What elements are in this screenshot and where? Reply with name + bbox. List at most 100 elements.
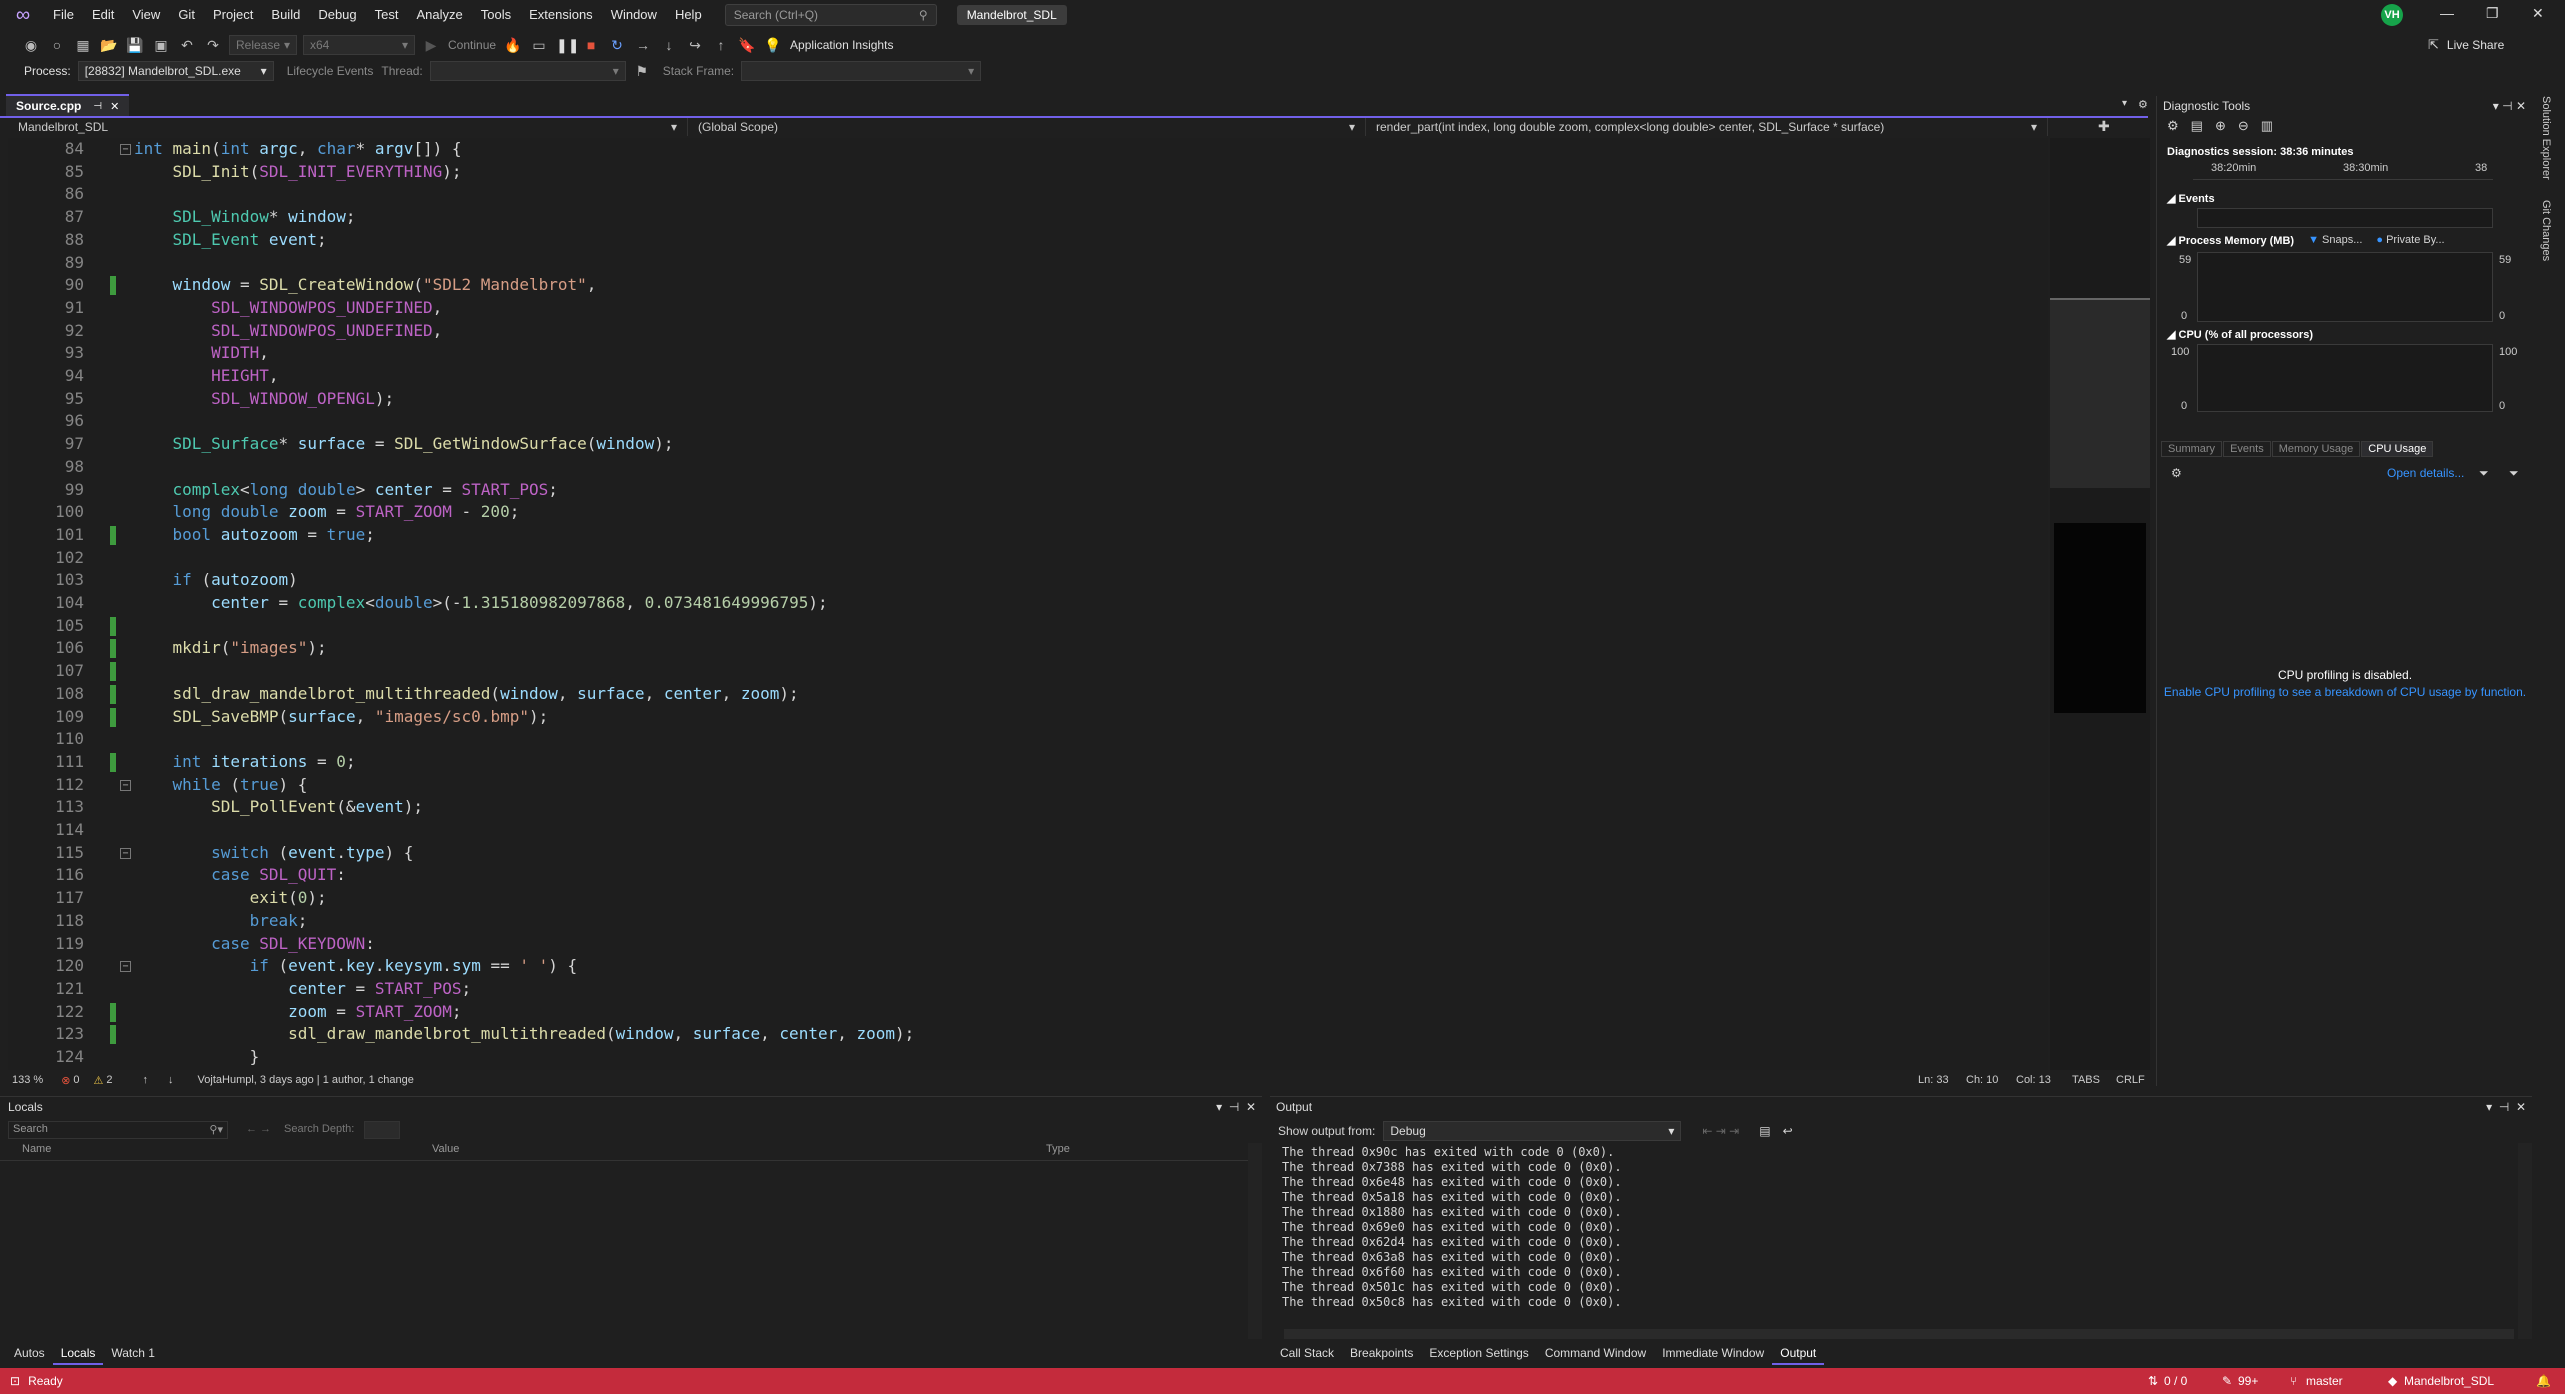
pencil-icon[interactable]: ✎ [2222,1374,2232,1388]
events-section-header[interactable]: ◢ Events [2167,192,2215,205]
error-icon[interactable]: ⊗ [61,1074,70,1087]
save-icon[interactable]: 💾 [126,36,144,54]
timeline-ruler[interactable]: 38:20min 38:30min 38 [2193,162,2493,180]
menu-tools[interactable]: Tools [472,0,520,30]
restart-icon[interactable]: ↻ [608,36,626,54]
indent-mode[interactable]: TABS [2072,1074,2100,1086]
close-panel-icon[interactable]: ✕ [2516,1100,2526,1114]
tab-list-dropdown-icon[interactable]: ▾ [2122,98,2127,109]
line-number[interactable]: 117 [8,887,84,910]
avatar[interactable]: VH [2381,4,2403,26]
code-line[interactable]: 118 break; [8,910,2048,933]
enable-cpu-profiling-link[interactable]: Enable CPU profiling to see a breakdown … [2157,685,2533,699]
git-blame-info[interactable]: VojtaHumpl, 3 days ago | 1 author, 1 cha… [198,1074,414,1086]
tab-command-window[interactable]: Command Window [1537,1343,1654,1365]
code-line[interactable]: 114 [8,819,2048,842]
cpu-section-header[interactable]: ◢ CPU (% of all processors) [2167,328,2313,341]
line-number[interactable]: 99 [8,479,84,502]
menu-analyze[interactable]: Analyze [407,0,471,30]
tab-watch-1[interactable]: Watch 1 [103,1343,163,1365]
thread-dropdown[interactable]: ▾ [429,61,626,81]
code-line[interactable]: 91 SDL_WINDOWPOS_UNDEFINED, [8,297,2048,320]
fold-toggle-icon[interactable]: − [120,779,131,791]
open-file-icon[interactable]: 📂 [100,36,118,54]
insights-icon[interactable]: 💡 [764,36,782,54]
tab-summary[interactable]: Summary [2161,441,2223,457]
flag-thread-icon[interactable]: ⚑ [633,62,651,80]
tab-cpu-usage[interactable]: CPU Usage [2361,441,2434,457]
continue-icon[interactable]: ▶ [422,36,440,54]
break-all-icon[interactable]: ❚❚ [556,36,579,54]
navigate-forward-icon[interactable]: ○ [48,36,66,54]
tab-output[interactable]: Output [1772,1343,1825,1365]
close-tab-icon[interactable]: ✕ [110,100,119,113]
search-depth-dropdown[interactable] [364,1121,400,1139]
code-line[interactable]: 119 case SDL_KEYDOWN: [8,933,2048,956]
minimize-icon[interactable]: — [2440,5,2454,21]
find-message-icon[interactable]: ⇤ ⇥ ⇥ [1702,1124,1739,1138]
step-out-icon[interactable]: ↑ [712,36,730,54]
application-insights-button[interactable]: Application Insights [790,38,893,52]
code-line[interactable]: 97 SDL_Surface* surface = SDL_GetWindowS… [8,433,2048,456]
split-editor-icon[interactable]: ✚ [2098,118,2110,136]
stop-debugging-icon[interactable]: ■ [582,36,600,54]
zoom-in-icon[interactable]: ⊕ [2215,118,2226,134]
filter-icon[interactable]: ⏷ [2479,466,2489,481]
line-number[interactable]: 90 [8,274,84,297]
code-line[interactable]: 123 sdl_draw_mandelbrot_multithreaded(wi… [8,1023,2048,1046]
code-line[interactable]: 101 bool autozoom = true; [8,524,2048,547]
pin-icon[interactable]: ⊣ [93,101,102,112]
line-number[interactable]: 120 [8,955,84,978]
line-number[interactable]: 114 [8,819,84,842]
menu-project[interactable]: Project [204,0,262,30]
locals-search-input[interactable]: Search ⚲▾ [8,1121,228,1139]
line-number[interactable]: 107 [8,660,84,683]
output-text[interactable]: The thread 0x90c has exited with code 0 … [1282,1145,2512,1310]
open-details-link[interactable]: Open details... [2387,466,2464,480]
step-into-icon[interactable]: ↓ [660,36,678,54]
code-line[interactable]: 84− int main(int argc, char* argv[]) { [8,138,2048,161]
menu-test[interactable]: Test [366,0,408,30]
process-dropdown[interactable]: [28832] Mandelbrot_SDL.exe ▾ [77,61,274,81]
tab-source-cpp[interactable]: Source.cpp ⊣ ✕ [6,94,130,116]
word-wrap-icon[interactable]: ↩ [1783,1124,1793,1138]
next-issue-icon[interactable]: ↓ [168,1074,174,1086]
pin-icon[interactable]: ⊣ [1229,1100,1239,1114]
search-back-icon[interactable]: ← → [246,1123,271,1135]
stack-frame-dropdown[interactable]: ▾ [741,61,982,81]
code-line[interactable]: 113 SDL_PollEvent(&event); [8,796,2048,819]
menu-debug[interactable]: Debug [309,0,365,30]
restore-icon[interactable]: ❐ [2486,5,2499,22]
code-line[interactable]: 112 − while (true) { [8,774,2048,797]
line-number[interactable]: 93 [8,342,84,365]
output-scrollbar[interactable] [2518,1143,2532,1339]
menu-view[interactable]: View [123,0,169,30]
line-number[interactable]: 89 [8,252,84,275]
events-track[interactable] [2197,208,2493,228]
code-line[interactable]: 104 center = complex<double>(-1.31518098… [8,592,2048,615]
step-over-icon[interactable]: ↪ [686,36,704,54]
code-line[interactable]: 98 [8,456,2048,479]
line-number[interactable]: 118 [8,910,84,933]
locals-scrollbar[interactable] [1248,1143,1262,1339]
line-number[interactable]: 101 [8,524,84,547]
code-line[interactable]: 108 sdl_draw_mandelbrot_multithreaded(wi… [8,683,2048,706]
settings-icon[interactable]: ⚙ [2167,118,2179,134]
minimap-viewport[interactable] [2050,298,2150,488]
scope-dropdown[interactable]: (Global Scope) ▾ [688,118,1366,136]
code-line[interactable]: 121 center = START_POS; [8,978,2048,1001]
configuration-dropdown[interactable]: Release ▾ [229,35,297,55]
line-number[interactable]: 86 [8,183,84,206]
line-number[interactable]: 122 [8,1001,84,1024]
code-line[interactable]: 93 WIDTH, [8,342,2048,365]
line-number[interactable]: 113 [8,796,84,819]
line-number[interactable]: 84 [8,138,84,161]
tab-breakpoints[interactable]: Breakpoints [1342,1343,1421,1365]
memory-graph[interactable] [2197,252,2493,322]
line-number[interactable]: 110 [8,728,84,751]
clear-all-icon[interactable]: ▤ [1759,1124,1770,1138]
menu-file[interactable]: File [44,0,83,30]
tab-locals[interactable]: Locals [52,1343,104,1365]
code-line[interactable]: 99 complex<long double> center = START_P… [8,479,2048,502]
code-line[interactable]: 122 zoom = START_ZOOM; [8,1001,2048,1024]
